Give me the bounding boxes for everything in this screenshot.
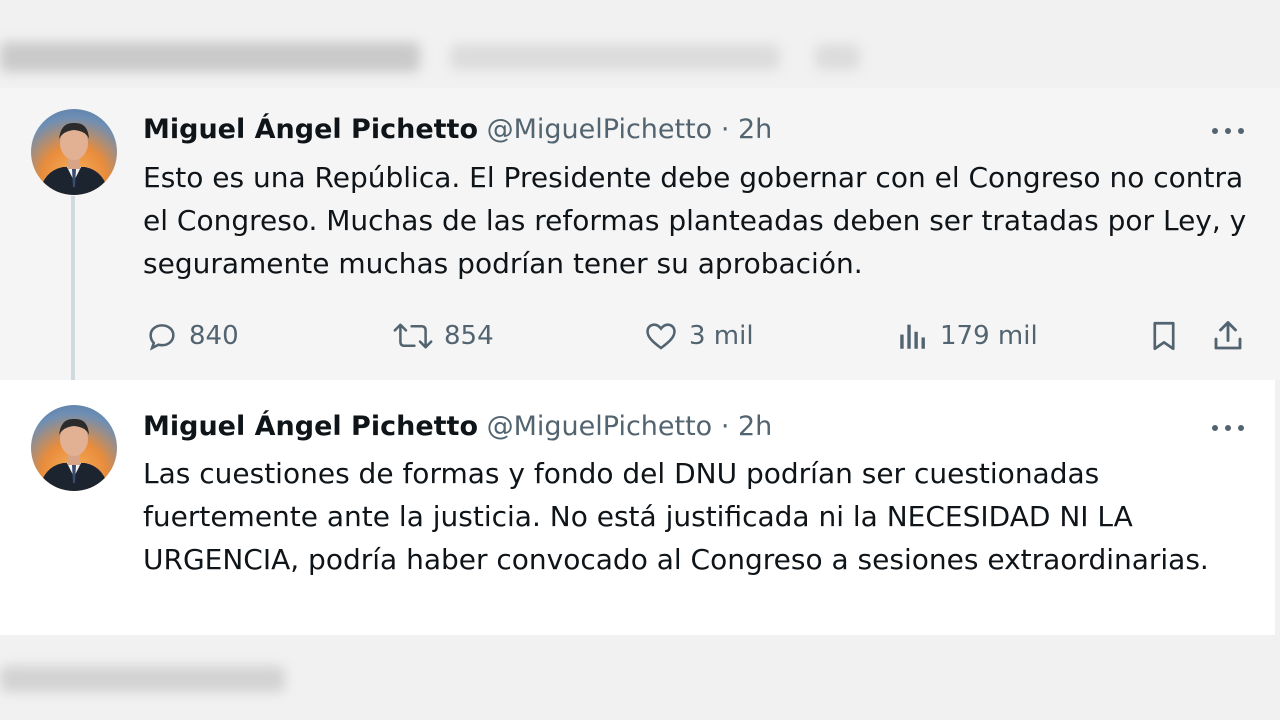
- tweet[interactable]: Miguel Ángel Pichetto @MiguelPichetto · …: [0, 88, 1280, 380]
- bookmark-button[interactable]: [1147, 316, 1181, 356]
- tweet-text: Las cuestiones de formas y fondo del DNU…: [143, 457, 1209, 576]
- like-button[interactable]: 3 mil: [643, 316, 754, 356]
- bookmark-icon: [1153, 321, 1175, 351]
- reply-count: 840: [189, 321, 239, 351]
- blurred-header: [0, 32, 900, 82]
- reply-button[interactable]: 840: [145, 316, 239, 356]
- thread-connector: [71, 196, 75, 398]
- views-icon: [900, 324, 925, 349]
- avatar[interactable]: [31, 109, 117, 195]
- avatar[interactable]: [31, 405, 117, 491]
- tweet-header: Miguel Ángel Pichetto @MiguelPichetto · …: [143, 410, 772, 444]
- views-button[interactable]: 179 mil: [896, 316, 1038, 356]
- like-icon: [646, 323, 676, 350]
- share-button[interactable]: [1210, 316, 1246, 356]
- views-count: 179 mil: [940, 321, 1038, 351]
- author-name[interactable]: Miguel Ángel Pichetto: [143, 114, 478, 145]
- separator: ·: [720, 411, 730, 442]
- tweet-header: Miguel Ángel Pichetto @MiguelPichetto · …: [143, 113, 772, 147]
- more-icon[interactable]: [1210, 121, 1246, 141]
- author-handle[interactable]: @MiguelPichetto: [487, 411, 713, 442]
- repost-count: 854: [444, 321, 494, 351]
- timestamp[interactable]: 2h: [738, 411, 772, 442]
- tweet-text: Esto es una República. El Presidente deb…: [143, 161, 1247, 280]
- repost-icon: [393, 323, 433, 349]
- repost-button[interactable]: 854: [392, 316, 494, 356]
- separator: ·: [720, 114, 730, 145]
- author-handle[interactable]: @MiguelPichetto: [487, 114, 713, 145]
- share-icon: [1214, 321, 1242, 350]
- author-name[interactable]: Miguel Ángel Pichetto: [143, 411, 478, 442]
- tweet-actions: 840 854 3 mil 179 mil: [0, 316, 1280, 356]
- blurred-footer: [0, 662, 300, 698]
- tweet[interactable]: Miguel Ángel Pichetto @MiguelPichetto · …: [0, 380, 1275, 635]
- like-count: 3 mil: [689, 321, 754, 351]
- reply-icon: [149, 324, 175, 351]
- more-icon[interactable]: [1210, 418, 1246, 438]
- timestamp[interactable]: 2h: [738, 114, 772, 145]
